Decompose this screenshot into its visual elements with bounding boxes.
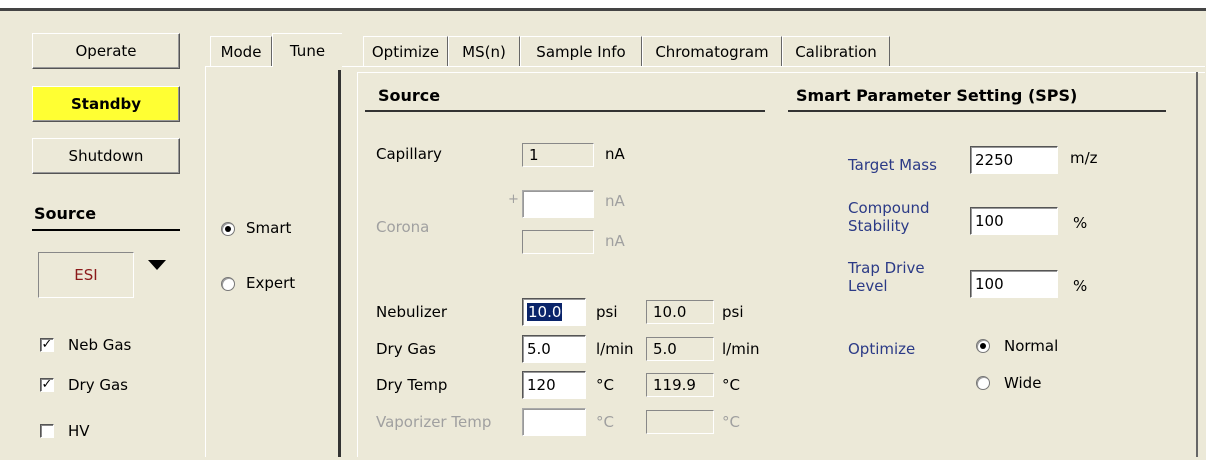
sps-section-title: Smart Parameter Setting (SPS) (796, 86, 1078, 105)
tab-baseline (205, 66, 1205, 67)
corona-unit: nA (605, 192, 625, 210)
tab-chromatogram[interactable]: Chromatogram (642, 36, 782, 66)
dropdown-arrow-icon[interactable] (148, 260, 166, 270)
nebulizer-value: 10.0 (527, 303, 563, 321)
expert-label: Expert (246, 274, 296, 292)
vaporizer-temp-actual (646, 410, 714, 434)
nebulizer-label: Nebulizer (376, 303, 448, 321)
trap-drive-input[interactable]: 100 (970, 270, 1058, 298)
normal-label: Normal (1004, 337, 1059, 355)
smart-radio[interactable] (221, 222, 235, 236)
mode-panel-divider (338, 70, 341, 457)
tune-panel-right-edge (1196, 72, 1198, 457)
expert-radio[interactable] (221, 277, 235, 291)
corona-input[interactable] (522, 190, 594, 218)
tab-calibration[interactable]: Calibration (782, 36, 890, 66)
corona-actual (522, 230, 594, 254)
dry-temp-unit: °C (596, 376, 614, 394)
target-mass-unit: m/z (1070, 149, 1098, 167)
vaporizer-temp-label: Vaporizer Temp (376, 413, 492, 431)
source-header: Source (34, 204, 97, 223)
compound-stability-unit: % (1073, 214, 1088, 232)
dry-gas-unit: l/min (596, 340, 634, 358)
nebulizer-unit: psi (596, 303, 618, 321)
standby-button[interactable]: Standby (32, 86, 180, 122)
dry-gas-label: Dry Gas (68, 376, 128, 394)
dry-gas-flow-label: Dry Gas (376, 340, 436, 358)
capillary-label: Capillary (376, 145, 442, 163)
capillary-unit: nA (605, 145, 625, 163)
shutdown-button[interactable]: Shutdown (32, 138, 180, 174)
dry-gas-input[interactable]: 5.0 (522, 335, 586, 363)
target-mass-label: Target Mass (848, 156, 937, 174)
corona-unit-2: nA (605, 232, 625, 250)
tab-tune[interactable]: Tune (272, 33, 342, 67)
vaporizer-temp-actual-unit: °C (722, 413, 740, 431)
tab-msn[interactable]: MS(n) (448, 36, 520, 66)
optimize-label: Optimize (848, 340, 916, 358)
dry-gas-actual: 5.0 (646, 337, 714, 361)
dry-temp-label: Dry Temp (376, 376, 448, 394)
capillary-value: 1 (522, 143, 594, 167)
compound-stability-label-line1: Compound (848, 199, 930, 217)
vaporizer-temp-unit: °C (596, 413, 614, 431)
sps-section-rule (788, 110, 1166, 112)
hv-label: HV (68, 422, 90, 440)
source-select[interactable]: ESI (38, 252, 134, 298)
wide-radio[interactable] (976, 376, 990, 390)
operate-button[interactable]: Operate (32, 33, 180, 69)
dry-gas-actual-unit: l/min (722, 340, 760, 358)
dry-gas-checkbox[interactable]: ✓ (40, 378, 54, 392)
mode-panel-left-edge (205, 66, 206, 457)
compound-stability-label: Compound Stability (848, 199, 930, 235)
tab-optimize[interactable]: Optimize (363, 36, 448, 66)
trap-drive-label: Trap Drive Level (848, 259, 925, 295)
source-section-rule (365, 110, 765, 112)
compound-stability-label-line2: Stability (848, 217, 910, 235)
wide-label: Wide (1004, 374, 1042, 392)
source-value: ESI (74, 266, 98, 284)
trap-drive-label-line1: Trap Drive (848, 259, 925, 277)
corona-sign: + (508, 192, 519, 207)
target-mass-input[interactable]: 2250 (970, 146, 1058, 174)
neb-gas-label: Neb Gas (68, 336, 132, 354)
smart-label: Smart (246, 219, 292, 237)
hv-checkbox[interactable] (40, 424, 54, 438)
trap-drive-label-line2: Level (848, 277, 888, 295)
trap-drive-unit: % (1073, 277, 1088, 295)
tab-sample-info[interactable]: Sample Info (520, 36, 642, 66)
tune-panel-left-edge (357, 72, 358, 457)
tune-panel-top-edge (357, 72, 1205, 73)
dry-temp-input[interactable]: 120 (522, 371, 586, 399)
source-header-rule (32, 229, 180, 231)
normal-radio[interactable] (976, 339, 990, 353)
dry-temp-actual-unit: °C (722, 376, 740, 394)
tab-mode[interactable]: Mode (210, 36, 272, 66)
nebulizer-input[interactable]: 10.0 (522, 298, 586, 326)
dry-temp-actual: 119.9 (646, 373, 714, 397)
neb-gas-checkbox[interactable]: ✓ (40, 338, 54, 352)
source-section-title: Source (378, 86, 441, 105)
vaporizer-temp-input[interactable] (522, 408, 586, 436)
compound-stability-input[interactable]: 100 (970, 207, 1058, 235)
corona-label: Corona (376, 218, 430, 236)
nebulizer-actual-unit: psi (722, 303, 744, 321)
nebulizer-actual: 10.0 (646, 300, 714, 324)
